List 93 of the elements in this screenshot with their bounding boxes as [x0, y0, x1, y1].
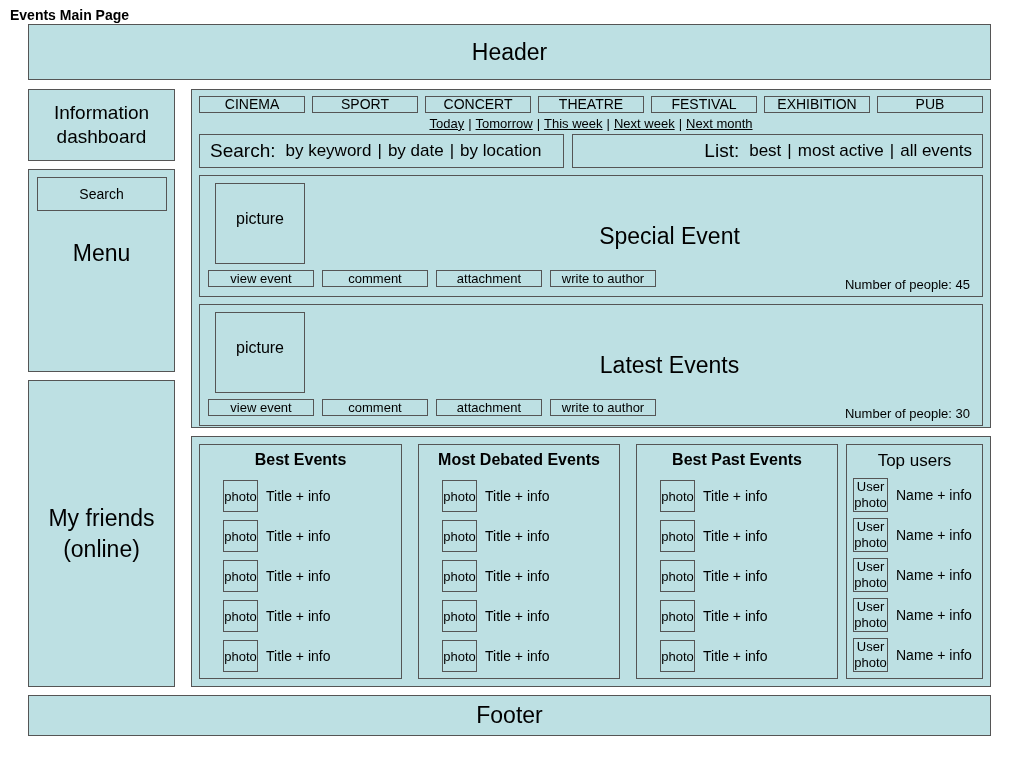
action-button[interactable]: attachment	[436, 399, 542, 416]
photo-label: photo	[224, 648, 257, 664]
photo-label: photo	[661, 648, 694, 664]
list-item-text: Title + info	[703, 528, 768, 544]
list-item-text: Title + info	[485, 608, 550, 624]
search-label: Search:	[210, 140, 276, 162]
category-tab[interactable]: THEATRE	[538, 96, 644, 113]
list-item-text: Title + info	[266, 568, 331, 584]
page-title: Events Main Page	[9, 6, 130, 23]
list-item-text: Title + info	[703, 648, 768, 664]
separator: |	[536, 115, 541, 131]
list-item-text: Name + info	[896, 647, 972, 663]
photo-label: photo	[224, 488, 257, 504]
header-label: Header	[471, 38, 548, 66]
period-link[interactable]: Tomorrow	[475, 115, 533, 131]
list-title: Best Events	[253, 451, 348, 469]
separator: |	[377, 141, 382, 161]
list-title: Top users	[876, 451, 953, 471]
search-option-link[interactable]: by date	[387, 141, 444, 161]
dashboard-label: Information dashboard	[52, 101, 150, 149]
photo-label: photo	[443, 488, 476, 504]
list-item-text: Name + info	[896, 527, 972, 543]
list-item-text: Title + info	[266, 608, 331, 624]
list-item-text: Title + info	[703, 608, 768, 624]
people-count: Number of people: 45	[844, 277, 970, 292]
period-link[interactable]: This week	[544, 115, 603, 131]
list-title: Most Debated Events	[437, 451, 601, 469]
category-tab[interactable]: FESTIVAL	[651, 96, 757, 113]
search-button[interactable]: Search	[36, 177, 167, 211]
action-button[interactable]: write to author	[550, 399, 656, 416]
category-tab[interactable]: PUB	[877, 96, 983, 113]
list-item-text: Title + info	[485, 528, 550, 544]
menu-label: Menu	[72, 240, 131, 267]
search-option-link[interactable]: by keyword	[285, 141, 372, 161]
photo-label: photo	[443, 568, 476, 584]
photo-label: User photo	[854, 559, 887, 590]
list-item-text: Title + info	[266, 488, 331, 504]
separator: |	[606, 115, 610, 131]
photo-label: photo	[661, 568, 694, 584]
action-button[interactable]: comment	[322, 399, 428, 416]
photo-label: photo	[661, 528, 694, 544]
action-button[interactable]: attachment	[436, 270, 542, 287]
category-tab[interactable]: CINEMA	[199, 96, 305, 113]
photo-label: photo	[443, 608, 476, 624]
action-button[interactable]: view event	[208, 399, 314, 416]
period-link[interactable]: Next month	[686, 115, 753, 131]
footer-label: Footer	[476, 702, 543, 729]
photo-label: photo	[443, 648, 476, 664]
list-item-text: Name + info	[896, 487, 972, 503]
separator: |	[449, 141, 455, 161]
list-option-link[interactable]: best	[749, 141, 782, 161]
list-item-text: Name + info	[896, 607, 972, 623]
picture-label: picture	[236, 338, 284, 357]
event-title: Special Event	[598, 222, 741, 251]
list-item-text: Title + info	[703, 488, 768, 504]
photo-label: User photo	[854, 519, 887, 550]
separator: |	[787, 141, 792, 161]
event-title: Latest Events	[598, 351, 741, 380]
separator: |	[468, 115, 472, 131]
list-item-text: Title + info	[485, 648, 550, 664]
search-option-link[interactable]: by location	[460, 141, 542, 161]
photo-label: User photo	[854, 479, 887, 510]
category-tab[interactable]: EXHIBITION	[764, 96, 870, 113]
list-option-link[interactable]: all events	[900, 141, 972, 161]
list-item-text: Title + info	[485, 488, 550, 504]
friends-label: My friends (online)	[47, 503, 156, 564]
period-link[interactable]: Next week	[613, 115, 675, 131]
category-tab[interactable]: SPORT	[312, 96, 418, 113]
photo-label: photo	[224, 608, 257, 624]
list-option-link[interactable]: most active	[797, 141, 884, 161]
category-tab[interactable]: CONCERT	[425, 96, 531, 113]
action-button[interactable]: write to author	[550, 270, 656, 287]
list-item-text: Title + info	[266, 528, 331, 544]
action-button[interactable]: comment	[322, 270, 428, 287]
people-count: Number of people: 30	[844, 406, 970, 421]
period-link[interactable]: Today	[429, 115, 465, 131]
photo-label: User photo	[854, 639, 887, 670]
photo-label: User photo	[854, 599, 887, 630]
separator: |	[678, 115, 683, 131]
list-title: Best Past Events	[671, 451, 803, 469]
photo-label: photo	[661, 488, 694, 504]
list-item-text: Name + info	[896, 567, 972, 583]
action-button[interactable]: view event	[208, 270, 314, 287]
photo-label: photo	[224, 528, 257, 544]
photo-label: photo	[443, 528, 476, 544]
list-item-text: Title + info	[485, 568, 550, 584]
separator: |	[889, 141, 895, 161]
photo-label: photo	[224, 568, 257, 584]
picture-label: picture	[236, 209, 284, 228]
list-item-text: Title + info	[266, 648, 331, 664]
photo-label: photo	[661, 608, 694, 624]
list-item-text: Title + info	[703, 568, 768, 584]
list-label: List:	[704, 140, 740, 162]
